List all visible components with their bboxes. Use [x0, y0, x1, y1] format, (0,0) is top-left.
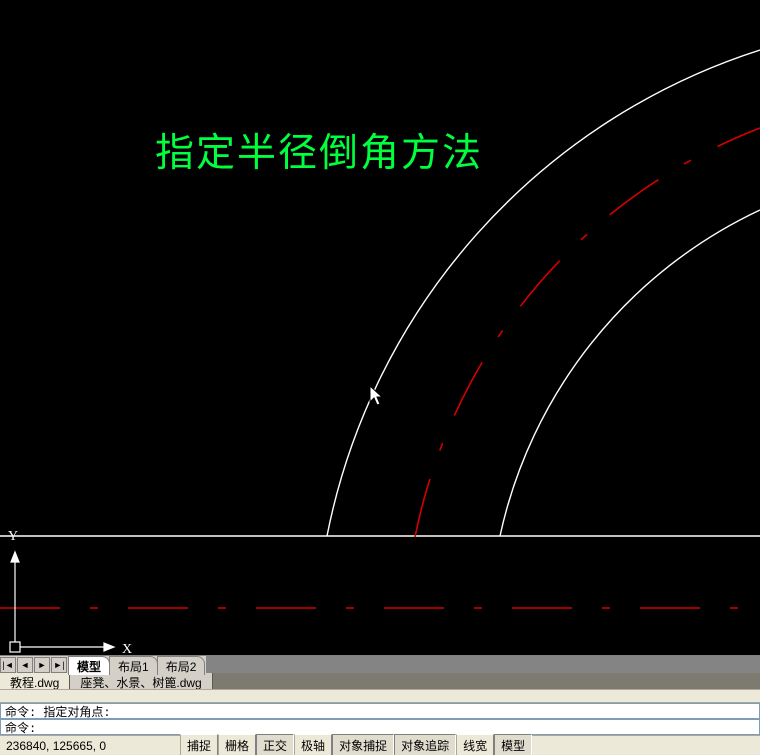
status-btn-lineweight[interactable]: 线宽: [456, 734, 494, 755]
command-input-line[interactable]: 命令:: [0, 719, 760, 735]
ucs-x-label: X: [122, 642, 132, 655]
ucs-y-label: Y: [8, 529, 18, 544]
coordinate-readout: 236840, 125665, 0: [0, 739, 180, 753]
layout-tab-strip: |◄ ◄ ► ►| 模型 布局1 布局2: [0, 655, 760, 673]
status-btn-grid[interactable]: 栅格: [218, 734, 256, 755]
command-text-1: 指定对角点:: [43, 703, 110, 720]
drawing-geometry: Y X: [0, 0, 760, 655]
status-btn-otrack[interactable]: 对象追踪: [394, 734, 456, 755]
status-btn-osnap[interactable]: 对象捕捉: [332, 734, 394, 755]
status-btn-snap[interactable]: 捕捉: [180, 734, 218, 755]
command-prefix-2: 命令:: [5, 719, 36, 736]
file-tab-strip: 教程.dwg 座凳、水景、树篦.dwg: [0, 673, 760, 689]
status-btn-polar[interactable]: 极轴: [294, 734, 332, 755]
layout-tab-layout1[interactable]: 布局1: [109, 656, 158, 675]
mouse-cursor-icon: [369, 385, 384, 407]
drawing-canvas[interactable]: Y X 指定半径倒角方法: [0, 0, 760, 655]
annotation-label: 指定半径倒角方法: [155, 122, 483, 178]
command-prefix-1: 命令:: [5, 703, 36, 720]
command-history-line: 命令: 指定对角点:: [0, 703, 760, 719]
status-bar: 236840, 125665, 0 捕捉 栅格 正交 极轴 对象捕捉 对象追踪 …: [0, 735, 760, 755]
status-btn-modelspace[interactable]: 模型: [494, 734, 532, 755]
tab-nav-last[interactable]: ►|: [51, 657, 67, 673]
layout-tab-layout2[interactable]: 布局2: [157, 656, 206, 675]
toolbar-spacer: [0, 689, 760, 703]
tab-nav-next[interactable]: ►: [34, 657, 50, 673]
tab-nav-prev[interactable]: ◄: [17, 657, 33, 673]
layout-tab-model[interactable]: 模型: [68, 656, 110, 675]
tab-strip-spacer: [206, 656, 760, 673]
file-tab-0[interactable]: 教程.dwg: [0, 673, 70, 689]
status-btn-ortho[interactable]: 正交: [256, 734, 294, 755]
file-tab-1[interactable]: 座凳、水景、树篦.dwg: [70, 673, 212, 689]
tab-nav-first[interactable]: |◄: [0, 657, 16, 673]
